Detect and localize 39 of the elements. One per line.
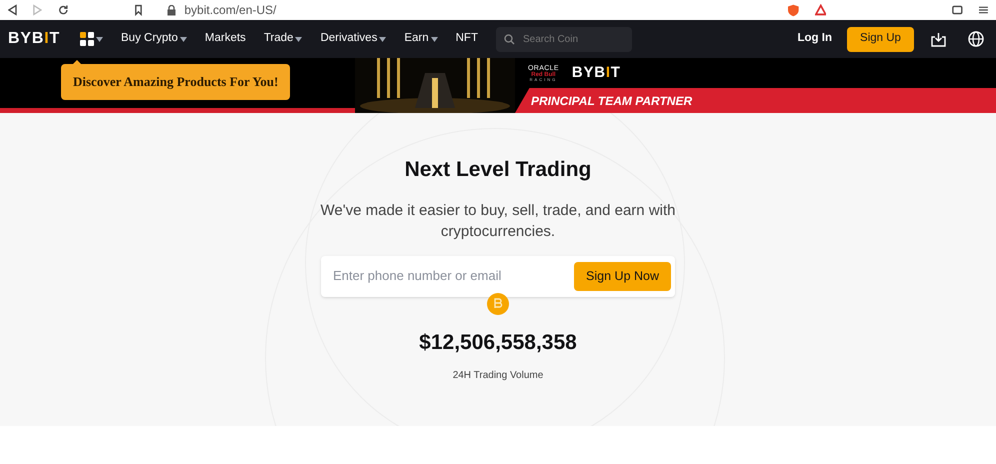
hero-subtitle: We've made it easier to buy, sell, trade, and earn with cryptocurrencies. <box>320 200 676 242</box>
nav-link[interactable]: Derivatives <box>320 30 386 48</box>
download-icon[interactable] <box>931 32 946 46</box>
bitcoin-icon <box>487 292 509 314</box>
caret-icon <box>430 36 438 42</box>
nav-link[interactable]: Buy Crypto <box>121 30 187 48</box>
contact-field[interactable]: Enter phone number or email Sign Up Now <box>321 256 675 296</box>
volume-label: 24H Trading Volume <box>452 369 544 383</box>
triangle-icon[interactable] <box>814 4 826 16</box>
bookmark-icon[interactable] <box>134 4 144 16</box>
menu-icon[interactable] <box>979 5 988 15</box>
caret-icon <box>379 36 386 42</box>
back-icon[interactable] <box>8 4 17 16</box>
address-bar[interactable]: bybit.com/en-US/ <box>184 1 276 19</box>
search-input[interactable]: Search Coin <box>522 32 613 46</box>
shield-icon[interactable] <box>788 4 799 16</box>
hero-title: Next Level Trading <box>404 157 592 183</box>
reload-icon[interactable] <box>58 4 68 16</box>
nav-link[interactable]: Trade <box>264 30 302 48</box>
caret-icon <box>180 36 187 42</box>
lock-icon <box>167 4 176 16</box>
signup-now-button[interactable]: Sign Up Now <box>574 262 671 290</box>
bybit-logo: BYBIT <box>572 62 621 83</box>
globe-icon[interactable] <box>968 31 984 47</box>
caret-icon <box>295 36 302 42</box>
search-icon <box>504 34 515 44</box>
signup-button[interactable]: Sign Up <box>847 26 914 52</box>
nav-link[interactable]: Earn <box>404 30 438 48</box>
caret-icon <box>96 36 104 42</box>
trading-volume: $12,506,558,358 <box>419 330 577 356</box>
login-link[interactable]: Log In <box>798 30 832 48</box>
nav-link[interactable]: Markets <box>204 30 246 48</box>
apps-icon[interactable] <box>80 32 94 46</box>
bybit-logo: BYBIT <box>8 29 60 49</box>
banner-tagline: PRINCIPAL TEAM PARTNER <box>531 92 692 110</box>
contact-input[interactable]: Enter phone number or email <box>333 266 574 286</box>
nav-link[interactable]: NFT <box>456 30 478 48</box>
search-field[interactable]: Search Coin <box>496 26 632 52</box>
tooltip-text: Discover Amazing Products For You! <box>73 74 278 89</box>
